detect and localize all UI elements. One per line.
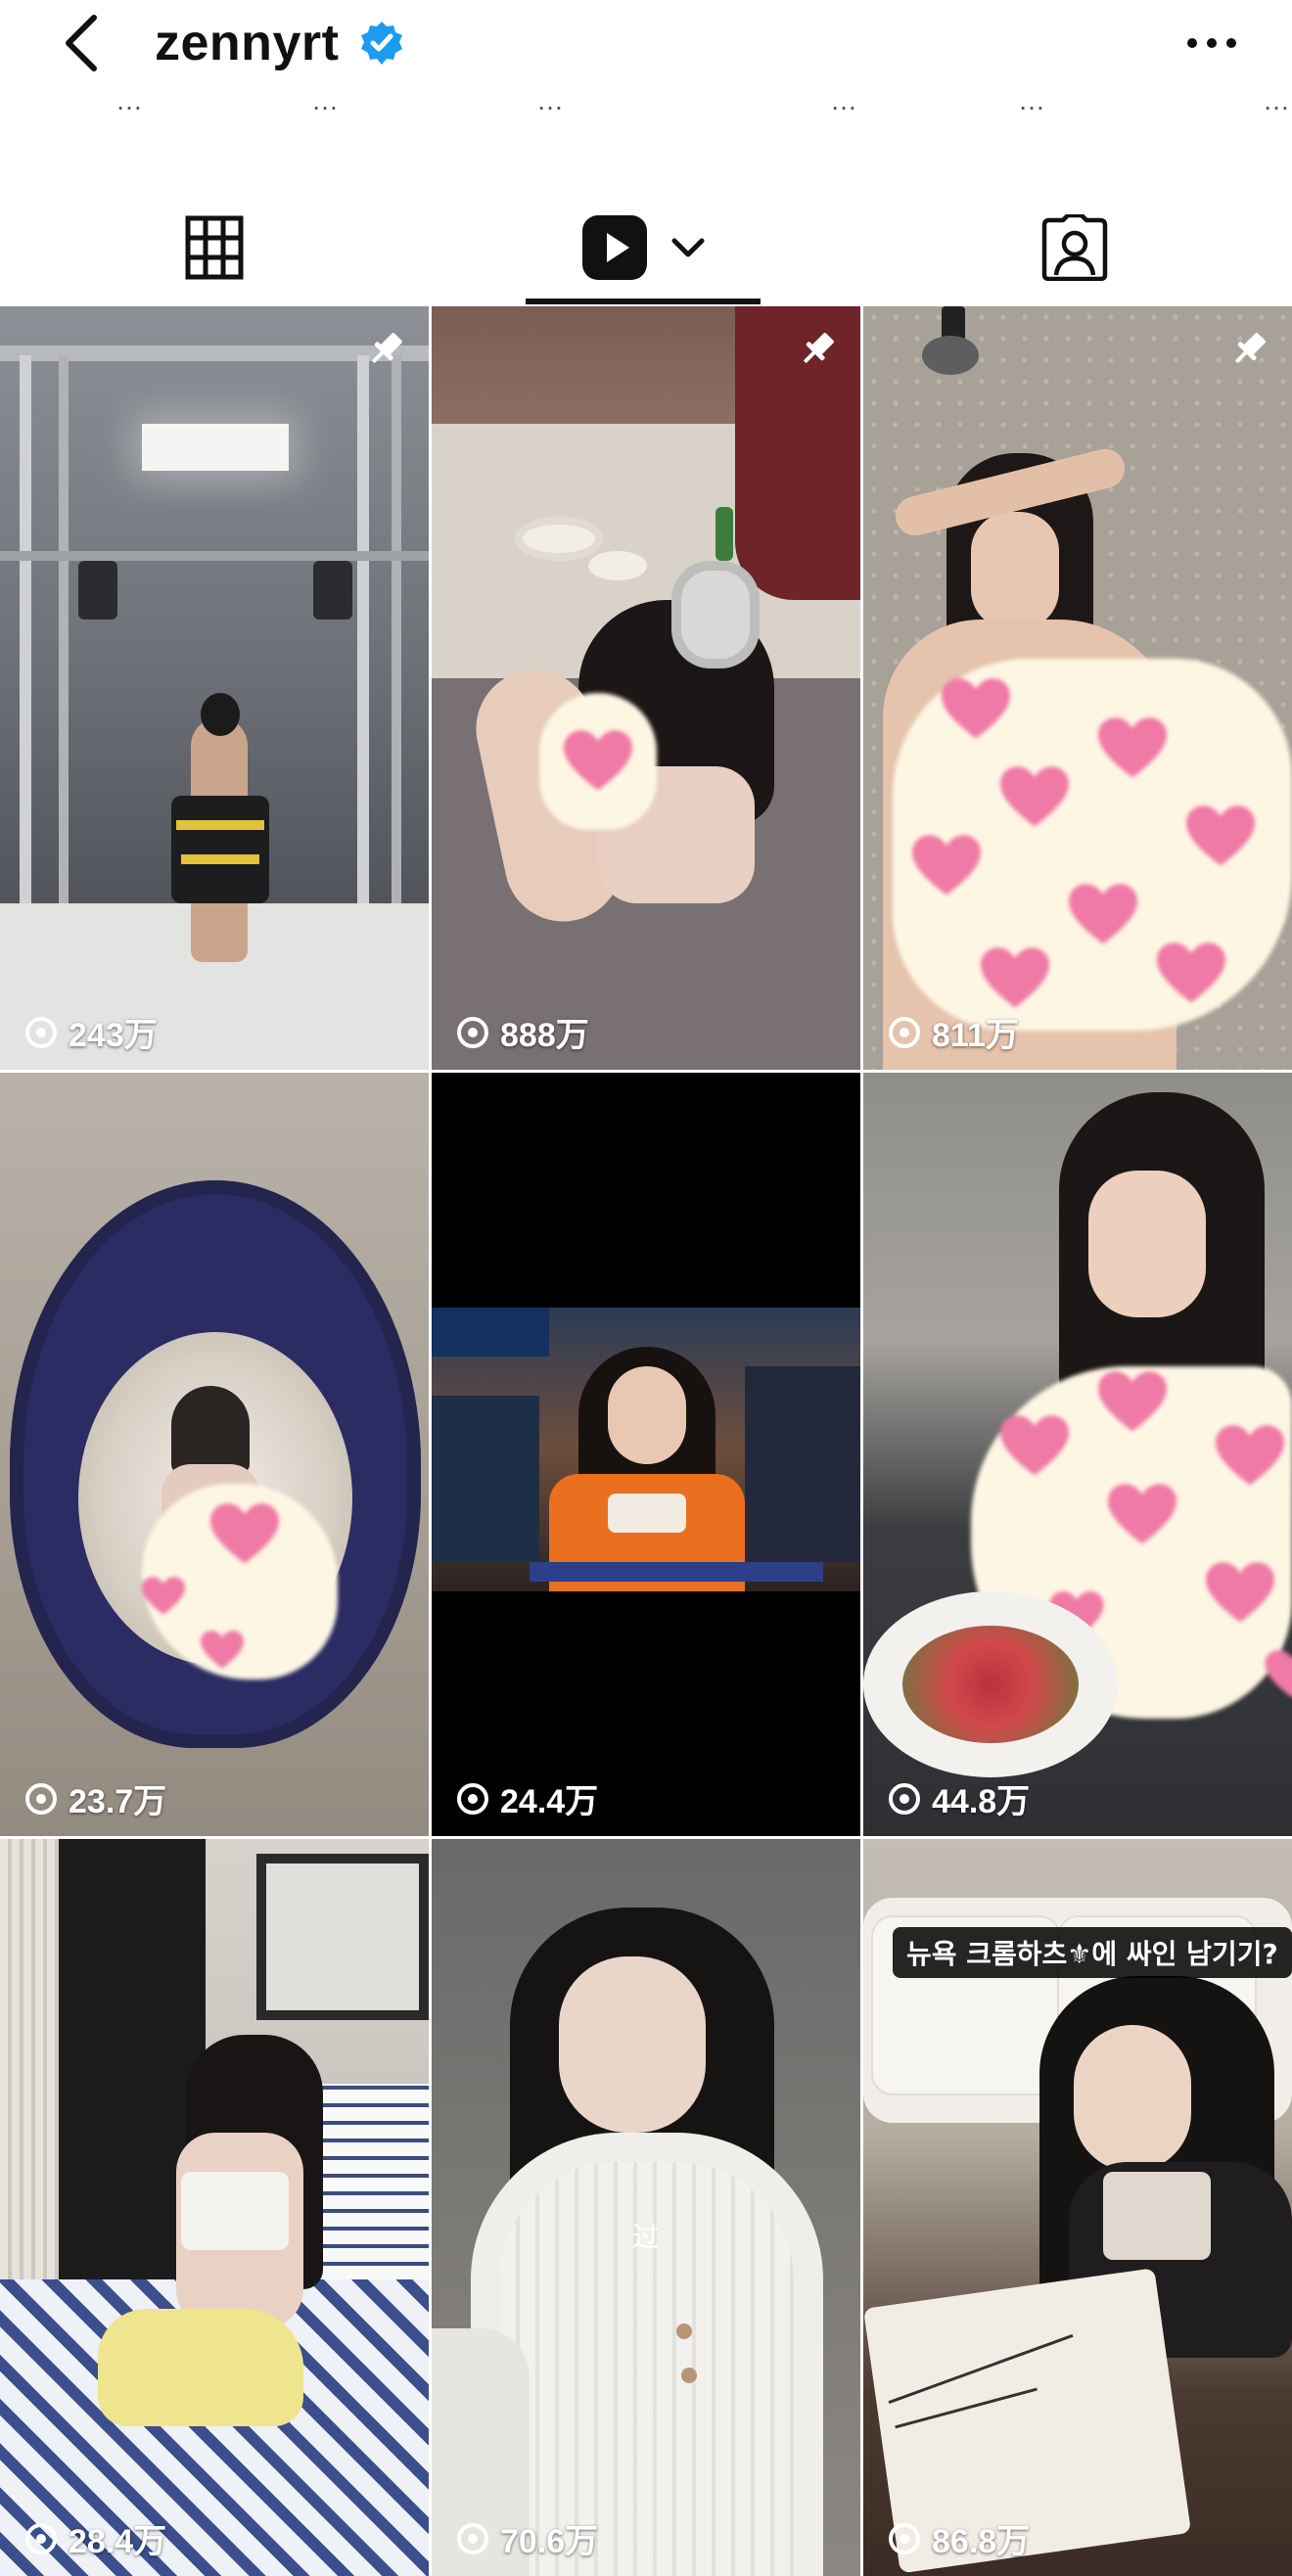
view-count-label: 888万 bbox=[500, 1017, 589, 1054]
grid-divider bbox=[0, 1836, 1292, 1839]
view-count: 28.4万 bbox=[23, 2514, 166, 2562]
heart-icon bbox=[201, 1631, 244, 1669]
eye-icon bbox=[25, 2522, 57, 2554]
eye-icon bbox=[889, 1016, 920, 1048]
pin-icon bbox=[803, 333, 834, 364]
privacy-heart-sticker bbox=[539, 693, 657, 830]
heart-icon bbox=[1157, 943, 1225, 1003]
grid-icon bbox=[185, 215, 244, 280]
heart-icon bbox=[981, 947, 1049, 1008]
highlight-label[interactable]: … bbox=[1263, 93, 1290, 116]
reel-thumbnail[interactable]: 28.4万 bbox=[0, 1839, 429, 2576]
highlight-label[interactable]: … bbox=[830, 93, 857, 116]
view-count-label: 243万 bbox=[69, 1017, 158, 1054]
heart-icon bbox=[1000, 1415, 1069, 1476]
more-horizontal-icon bbox=[1187, 38, 1236, 48]
verified-badge-icon bbox=[358, 20, 405, 67]
eye-icon bbox=[25, 1782, 57, 1815]
heart-icon bbox=[142, 1577, 185, 1615]
active-tab-indicator bbox=[526, 299, 761, 304]
highlight-label[interactable]: … bbox=[1018, 93, 1045, 116]
back-button[interactable] bbox=[61, 12, 104, 74]
view-count-label: 811万 bbox=[932, 1017, 1019, 1054]
highlight-label[interactable]: … bbox=[311, 93, 339, 116]
reels-icon bbox=[582, 215, 647, 280]
reel-thumbnail[interactable]: 뉴욕 크롬하츠⚜에 싸인 남기기? 86.8万 bbox=[863, 1839, 1292, 2576]
view-count-label: 23.7万 bbox=[69, 1783, 167, 1820]
profile-username[interactable]: zennyrt bbox=[155, 12, 339, 74]
eye-icon bbox=[889, 1782, 920, 1815]
heart-icon bbox=[1206, 1562, 1274, 1623]
heart-icon bbox=[912, 835, 981, 896]
reel-thumbnail[interactable]: 过 70.6万 bbox=[432, 1839, 860, 2576]
view-count: 888万 bbox=[455, 1008, 589, 1056]
reel-thumbnail[interactable]: 24.4万 bbox=[432, 1073, 860, 1836]
overlay-text: 过 bbox=[631, 2221, 660, 2253]
heart-icon bbox=[1108, 1484, 1177, 1544]
heart-icon bbox=[1000, 766, 1069, 827]
grid-divider bbox=[429, 306, 432, 2576]
grid-divider bbox=[860, 306, 863, 2576]
heart-icon bbox=[942, 678, 1010, 739]
heart-icon bbox=[1265, 1650, 1292, 1698]
heart-icon bbox=[1098, 717, 1167, 778]
reels-grid: 243万 888万 811万 23.7万 24.4万 44.8万 28.4万 过… bbox=[0, 306, 1292, 2576]
heart-icon bbox=[210, 1503, 279, 1564]
eye-icon bbox=[457, 1782, 488, 1815]
pin-icon bbox=[1234, 333, 1266, 364]
heart-icon bbox=[1069, 884, 1137, 944]
story-highlights-strip[interactable]: … … … … … … bbox=[0, 93, 1292, 132]
eye-icon bbox=[457, 1016, 488, 1048]
pin-icon bbox=[371, 333, 402, 364]
heart-icon bbox=[1186, 805, 1255, 866]
view-count-label: 44.8万 bbox=[932, 1783, 1031, 1820]
reel-thumbnail[interactable]: 243万 bbox=[0, 306, 429, 1070]
privacy-heart-sticker bbox=[893, 659, 1292, 1031]
view-count: 44.8万 bbox=[887, 1774, 1030, 1822]
view-count-label: 24.4万 bbox=[500, 1783, 599, 1820]
highlight-label[interactable]: … bbox=[115, 93, 143, 116]
view-count: 811万 bbox=[887, 1008, 1019, 1056]
eye-icon bbox=[25, 1016, 57, 1048]
heart-icon bbox=[1098, 1371, 1167, 1432]
view-count: 70.6万 bbox=[455, 2514, 598, 2562]
tab-grid[interactable] bbox=[107, 199, 322, 297]
heart-icon bbox=[564, 730, 632, 791]
eye-icon bbox=[889, 2522, 920, 2554]
grid-divider bbox=[0, 1070, 1292, 1073]
highlight-label[interactable]: … bbox=[536, 93, 564, 116]
eye-icon bbox=[457, 2522, 488, 2554]
tab-tagged[interactable] bbox=[967, 199, 1182, 297]
tagged-icon bbox=[1041, 214, 1108, 281]
chevron-left-icon bbox=[66, 15, 97, 71]
view-count: 24.4万 bbox=[455, 1774, 598, 1822]
reel-thumbnail[interactable]: 23.7万 bbox=[0, 1073, 429, 1836]
view-count: 86.8万 bbox=[887, 2514, 1030, 2562]
view-count-label: 70.6万 bbox=[500, 2523, 599, 2560]
heart-icon bbox=[1216, 1425, 1284, 1486]
more-options-button[interactable] bbox=[1184, 20, 1239, 67]
reel-thumbnail[interactable]: 888万 bbox=[432, 306, 860, 1070]
view-count-label: 28.4万 bbox=[69, 2523, 167, 2560]
profile-tab-bar bbox=[0, 181, 1292, 306]
view-count-label: 86.8万 bbox=[932, 2523, 1031, 2560]
video-caption: 뉴욕 크롬하츠⚜에 싸인 남기기? bbox=[893, 1927, 1292, 1978]
view-count: 23.7万 bbox=[23, 1774, 166, 1822]
view-count: 243万 bbox=[23, 1008, 158, 1056]
tab-reels[interactable] bbox=[535, 199, 751, 297]
reel-thumbnail[interactable]: 811万 bbox=[863, 306, 1292, 1070]
reel-thumbnail[interactable]: 44.8万 bbox=[863, 1073, 1292, 1836]
top-bar: zennyrt bbox=[0, 0, 1292, 93]
chevron-down-icon bbox=[671, 238, 705, 257]
